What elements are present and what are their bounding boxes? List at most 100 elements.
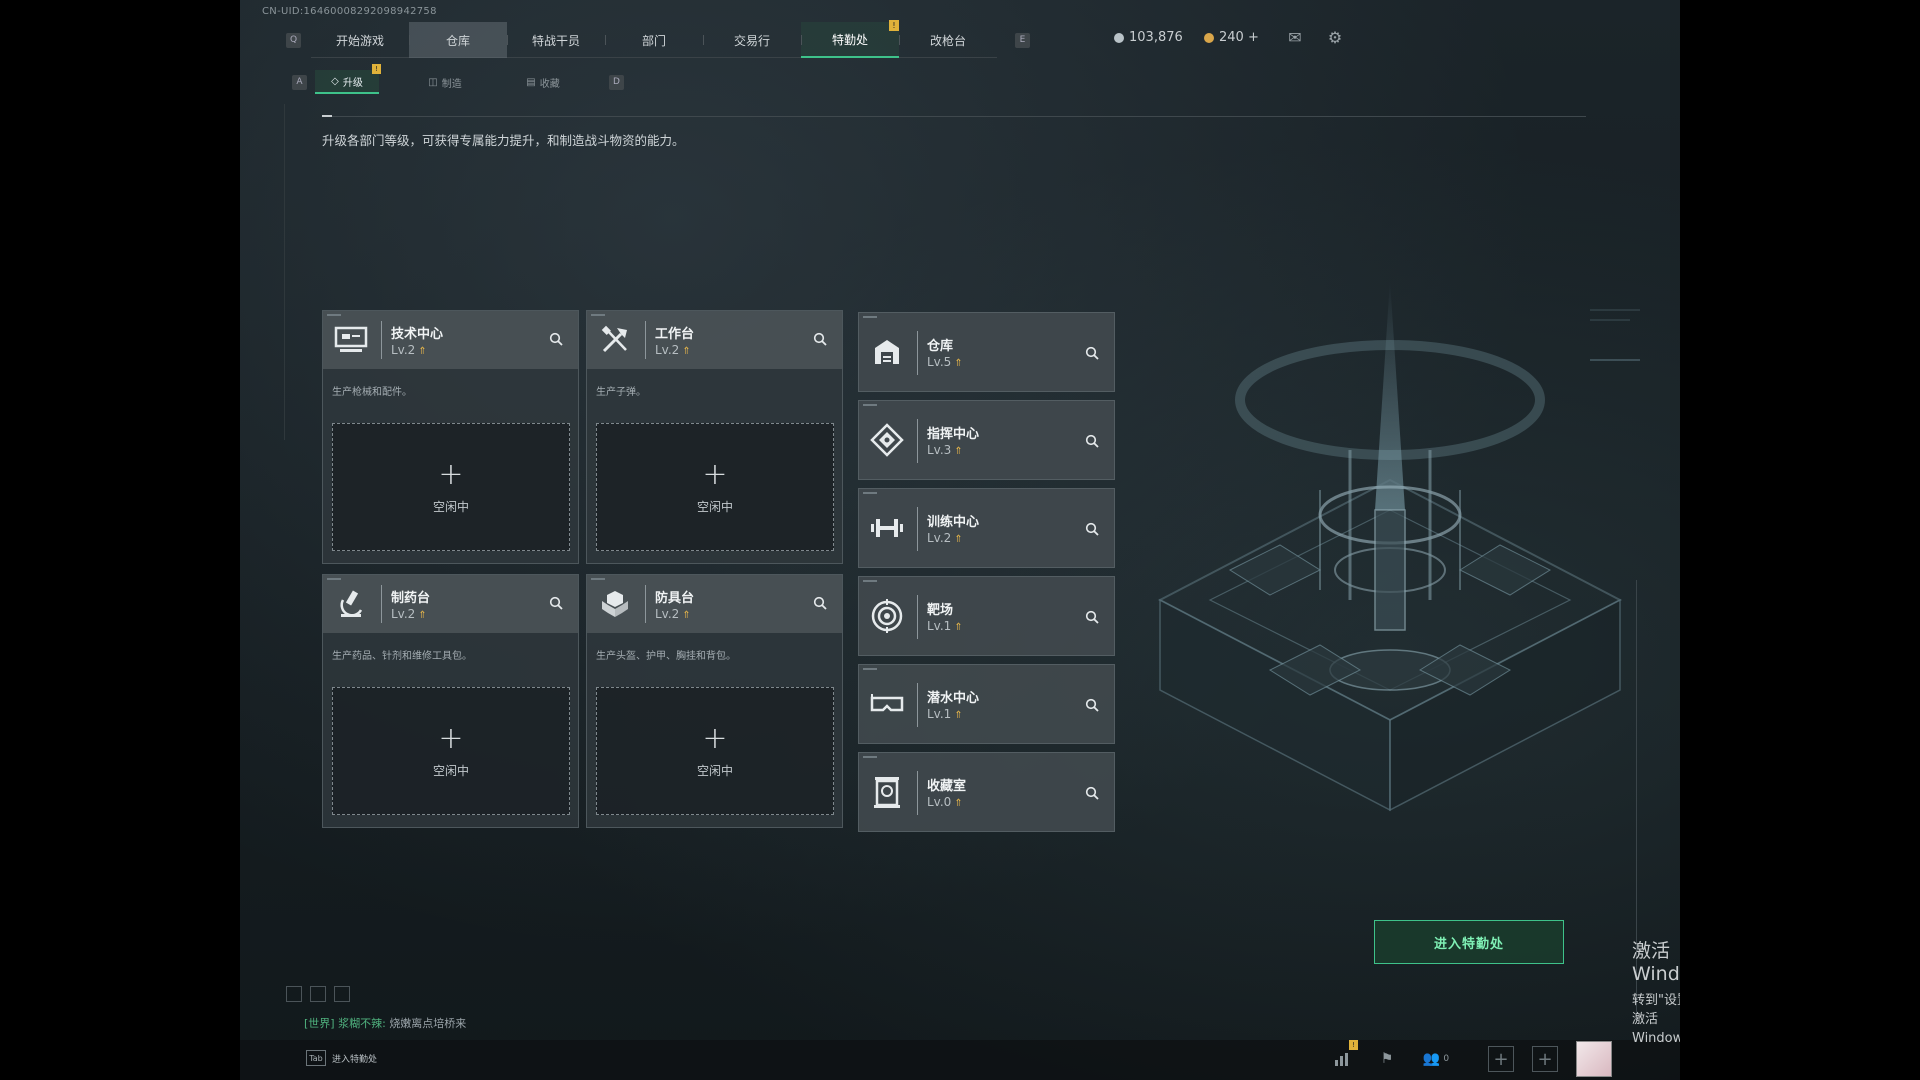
subnav-key-right[interactable]: D	[609, 74, 624, 90]
production-slot[interactable]: + 空闲中	[596, 423, 834, 551]
search-icon[interactable]	[810, 329, 830, 349]
flag-icon[interactable]: ⚑	[1374, 1046, 1400, 1072]
chat-message: 烧嫩离点培桥来	[389, 1017, 467, 1030]
facility-card-warehouse[interactable]: 仓库 Lv.5 ⇑	[858, 312, 1115, 392]
facility-level: Lv.1 ⇑	[927, 707, 963, 721]
avatar[interactable]	[1576, 1041, 1612, 1077]
search-icon[interactable]	[1082, 783, 1102, 803]
level-up-arrow-icon: ⇑	[682, 610, 691, 621]
tab-label: 仓库	[445, 33, 470, 48]
chat-sender: 浆糊不辣:	[338, 1017, 386, 1030]
plus-icon: +	[438, 720, 464, 756]
windows-activation-watermark: 激活 Windows 转到"设置"以激活 Windows。	[1632, 936, 1680, 1046]
add-slot-button[interactable]: +	[1532, 1046, 1558, 1072]
quick-slot[interactable]	[334, 986, 350, 1002]
separator	[381, 585, 382, 623]
sub-nav: A ◇ 升级 ! ◫ 制造 ▤ 收藏 D	[292, 64, 624, 94]
corner-mark	[863, 404, 877, 406]
player-uid: CN-UID:16460008292098942758	[262, 6, 437, 17]
tools-icon	[597, 323, 633, 357]
search-icon[interactable]	[546, 593, 566, 613]
search-icon[interactable]	[1082, 607, 1102, 627]
production-slot[interactable]: + 空闲中	[332, 687, 570, 815]
facility-card-shooting-range[interactable]: 靶场 Lv.1 ⇑	[858, 576, 1115, 656]
header-divider	[322, 116, 1586, 117]
tab-hint[interactable]: Tab 进入特勤处	[306, 1050, 377, 1066]
search-icon[interactable]	[1082, 519, 1102, 539]
nav-key-left[interactable]: Q	[286, 32, 301, 48]
mail-icon[interactable]: ✉	[1284, 28, 1306, 47]
tab-label: 部门	[641, 33, 666, 48]
add-slot-button[interactable]: +	[1488, 1046, 1514, 1072]
tab-gunsmith[interactable]: 改枪台	[899, 22, 997, 58]
facility-level: Lv.2 ⇑	[655, 607, 691, 621]
facility-name: 靶场	[927, 603, 954, 618]
coin-amount: 103,876	[1129, 30, 1183, 45]
facility-card-training-center[interactable]: 训练中心 Lv.2 ⇑	[858, 488, 1115, 568]
level-text: Lv.3	[927, 443, 952, 457]
search-icon[interactable]	[1082, 431, 1102, 451]
tab-start-game[interactable]: 开始游戏	[311, 22, 409, 58]
tab-label: 交易行	[733, 33, 770, 48]
plus-icon: +	[702, 456, 728, 492]
subtab-collection[interactable]: ▤ 收藏	[511, 70, 575, 94]
facility-level: Lv.2 ⇑	[391, 343, 427, 357]
tab-key: Tab	[306, 1050, 326, 1066]
notice-badge: !	[372, 64, 381, 74]
subnav-key-left[interactable]: A	[292, 74, 307, 90]
facility-name: 指挥中心	[927, 427, 980, 442]
quick-slot[interactable]	[286, 986, 302, 1002]
nav-key-right[interactable]: E	[1015, 32, 1030, 48]
stats-icon[interactable]: !	[1330, 1040, 1358, 1072]
level-up-arrow-icon: ⇑	[954, 446, 963, 457]
subtab-upgrade[interactable]: ◇ 升级 !	[315, 64, 381, 94]
facility-card-diving-center[interactable]: 潜水中心 Lv.1 ⇑	[858, 664, 1115, 744]
corner-mark	[863, 756, 877, 758]
ticket-balance[interactable]: 240 +	[1204, 30, 1259, 45]
quick-slot[interactable]	[310, 986, 326, 1002]
coin-balance[interactable]: 103,876	[1114, 30, 1183, 45]
corner-mark	[863, 316, 877, 318]
level-up-arrow-icon: ⇑	[954, 358, 963, 369]
production-slot[interactable]: + 空闲中	[596, 687, 834, 815]
tab-operators[interactable]: 特战干员	[507, 22, 605, 58]
separator	[381, 321, 382, 359]
level-text: Lv.2	[655, 607, 680, 621]
tab-departments[interactable]: 部门	[605, 22, 703, 58]
level-up-arrow-icon: ⇑	[954, 710, 963, 721]
search-icon[interactable]	[1082, 343, 1102, 363]
separator	[917, 331, 918, 375]
level-text: Lv.1	[927, 619, 952, 633]
coin-icon	[1114, 32, 1124, 43]
tab-special-ops[interactable]: 特勤处!	[801, 20, 899, 58]
subtab-craft[interactable]: ◫ 制造	[413, 70, 477, 94]
facility-card-collection-room[interactable]: 收藏室 Lv.0 ⇑	[858, 752, 1115, 832]
enter-special-ops-button[interactable]: 进入特勤处	[1374, 920, 1564, 964]
friends-button[interactable]: 👥 0	[1416, 1046, 1456, 1072]
facility-name: 技术中心	[391, 327, 444, 342]
collection-icon: ▤	[526, 76, 536, 88]
production-card-pharmacy: 制药台 Lv.2 ⇑ 生产药品、针剂和维修工具包。 + 空闲中	[322, 574, 579, 828]
command-icon	[869, 421, 905, 459]
search-icon[interactable]	[810, 593, 830, 613]
facility-level: Lv.0 ⇑	[927, 795, 963, 809]
chat-line[interactable]: [世界] 浆糊不辣: 烧嫩离点培桥来	[304, 1015, 466, 1031]
search-icon[interactable]	[546, 329, 566, 349]
settings-gear-icon[interactable]: ⚙	[1324, 28, 1346, 47]
level-text: Lv.1	[927, 707, 952, 721]
base-blueprint-illustration	[1120, 270, 1660, 830]
level-up-arrow-icon: ⇑	[418, 610, 427, 621]
armor-icon	[597, 587, 633, 621]
production-slot[interactable]: + 空闲中	[332, 423, 570, 551]
warehouse-icon	[869, 333, 905, 371]
card-header: 工作台 Lv.2 ⇑	[587, 311, 842, 369]
tab-warehouse[interactable]: 仓库	[409, 22, 507, 58]
facility-name: 收藏室	[927, 779, 967, 794]
watermark-subtitle: 转到"设置"以激活 Windows。	[1632, 993, 1680, 1046]
tab-trade[interactable]: 交易行	[703, 22, 801, 58]
search-icon[interactable]	[1082, 695, 1102, 715]
corner-mark	[591, 314, 605, 316]
facility-card-command-center[interactable]: 指挥中心 Lv.3 ⇑	[858, 400, 1115, 480]
facility-level: Lv.1 ⇑	[927, 619, 963, 633]
tab-label: 特勤处	[831, 32, 868, 47]
